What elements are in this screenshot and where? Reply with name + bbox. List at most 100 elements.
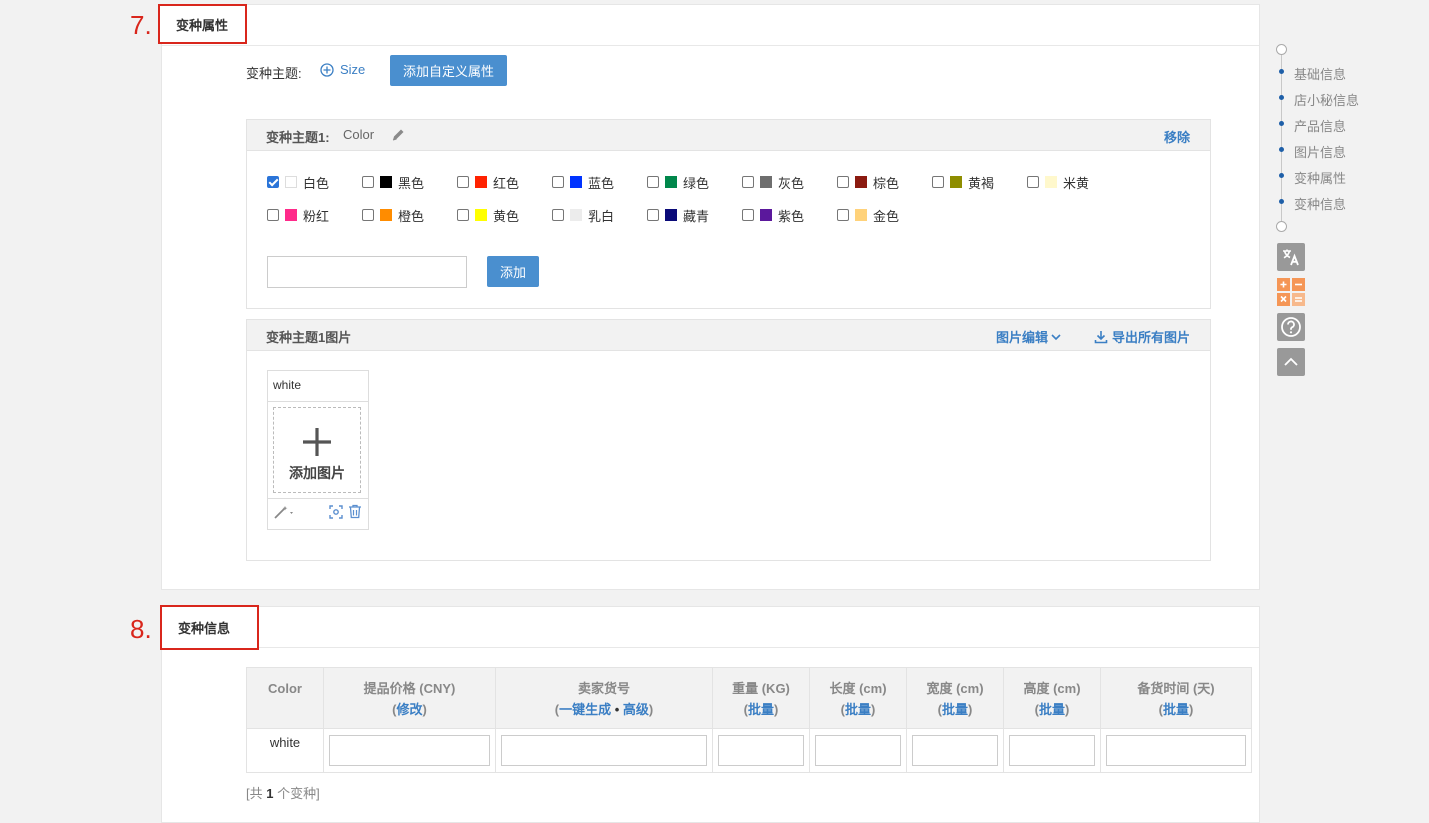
side-nav-dot (1279, 199, 1284, 204)
batch-length-link[interactable]: 批量 (845, 702, 871, 717)
width-input[interactable] (912, 735, 998, 766)
crop-icon[interactable] (329, 505, 343, 519)
header-action-wrap: (批量) (743, 702, 779, 717)
color-checkbox[interactable] (552, 176, 564, 188)
batch-width-link[interactable]: 批量 (942, 702, 968, 717)
custom-color-input[interactable] (267, 256, 467, 288)
color-option-purple[interactable]: 紫色 (742, 206, 804, 224)
color-checkbox[interactable] (837, 176, 849, 188)
color-option-green[interactable]: 绿色 (647, 173, 709, 191)
variant-theme1-header: 变种主题1: Color 移除 (247, 120, 1210, 151)
trash-icon[interactable] (348, 504, 362, 519)
add-image-dropzone[interactable]: 添加图片 (273, 407, 361, 493)
auto-generate-sku-link[interactable]: 一键生成 (559, 702, 611, 717)
color-option-pink[interactable]: 粉红 (267, 206, 329, 224)
color-option-beige[interactable]: 米黄 (1027, 173, 1089, 191)
variant-count: [共 1 个变种] (246, 783, 320, 802)
images-title: 变种主题1图片 (266, 330, 352, 345)
batch-height-link[interactable]: 批量 (1039, 702, 1065, 717)
weight-input[interactable] (718, 735, 804, 766)
color-option-navy[interactable]: 藏青 (647, 206, 709, 224)
side-nav-item-basic-info[interactable]: 基础信息 (1294, 64, 1346, 83)
section-title-variant-info: 变种信息 (160, 605, 259, 650)
color-swatch (760, 209, 772, 221)
side-nav-item-image-info[interactable]: 图片信息 (1294, 142, 1346, 161)
help-button[interactable] (1277, 313, 1305, 341)
color-checkbox[interactable] (457, 176, 469, 188)
side-nav-item-variant-attributes[interactable]: 变种属性 (1294, 168, 1346, 187)
variant-theme1-title: 变种主题1: (266, 130, 330, 145)
color-checkbox[interactable] (742, 209, 754, 221)
variant-theme1-images-box: 变种主题1图片 图片编辑 导出所有图片 (246, 319, 1211, 561)
color-checkbox[interactable] (457, 209, 469, 221)
color-checkbox[interactable] (362, 209, 374, 221)
color-option-black[interactable]: 黑色 (362, 173, 424, 191)
header-label: Color (268, 681, 302, 696)
image-edit-dropdown[interactable]: 图片编辑 (996, 327, 1062, 346)
color-option-red[interactable]: 红色 (457, 173, 519, 191)
magic-wand-icon[interactable] (274, 505, 296, 519)
color-swatch (570, 176, 582, 188)
color-option-orange[interactable]: 橙色 (362, 206, 424, 224)
color-checkbox[interactable] (647, 209, 659, 221)
color-checkbox[interactable] (932, 176, 944, 188)
advanced-sku-link[interactable]: 高级 (623, 702, 649, 717)
color-swatch (855, 209, 867, 221)
batch-lead-time-link[interactable]: 批量 (1163, 702, 1189, 717)
export-all-images-link[interactable]: 导出所有图片 (1094, 327, 1190, 346)
header-label: 宽度 (cm) (926, 681, 984, 696)
side-nav-item-variant-info[interactable]: 变种信息 (1294, 194, 1346, 213)
color-option-yellow[interactable]: 黄色 (457, 206, 519, 224)
side-nav-item-shop-info[interactable]: 店小秘信息 (1294, 90, 1359, 109)
color-checkbox[interactable] (1027, 176, 1039, 188)
remove-theme-link[interactable]: 移除 (1164, 127, 1190, 146)
col-header-length: 长度 (cm) (批量) (809, 667, 907, 729)
color-checkbox[interactable] (742, 176, 754, 188)
lead-time-input[interactable] (1106, 735, 1246, 766)
color-checkbox[interactable] (362, 176, 374, 188)
height-input[interactable] (1009, 735, 1095, 766)
batch-weight-link[interactable]: 批量 (748, 702, 774, 717)
color-label: 黑色 (398, 175, 425, 191)
color-swatch (665, 176, 677, 188)
modify-price-link[interactable]: 修改 (396, 702, 422, 717)
length-input[interactable] (815, 735, 901, 766)
image-card-label: white (273, 378, 302, 392)
translate-button[interactable] (1277, 243, 1305, 271)
color-checkbox[interactable] (552, 209, 564, 221)
color-option-blue[interactable]: 蓝色 (552, 173, 614, 191)
header-label: 备货时间 (天) (1137, 681, 1215, 696)
pencil-edit-icon[interactable] (390, 127, 406, 143)
color-option-tan[interactable]: 黄褐 (932, 173, 994, 191)
variant-count-prefix: [共 (246, 786, 267, 801)
color-label: 紫色 (778, 208, 805, 224)
color-checkbox[interactable] (267, 176, 279, 188)
color-option-brown[interactable]: 棕色 (837, 173, 899, 191)
color-option-gray[interactable]: 灰色 (742, 173, 804, 191)
color-option-gold[interactable]: 金色 (837, 206, 899, 224)
price-input[interactable] (329, 735, 490, 766)
calculator-button[interactable] (1277, 278, 1305, 306)
color-label: 乳白 (588, 208, 615, 224)
scroll-top-button[interactable] (1277, 348, 1305, 376)
color-label: 灰色 (778, 175, 805, 191)
image-edit-label: 图片编辑 (996, 330, 1049, 345)
variant-theme1-name: Color (343, 127, 375, 142)
step-annotation-8: 8. (130, 614, 152, 644)
color-label: 蓝色 (588, 175, 615, 191)
add-size-label: Size (340, 62, 366, 77)
sku-input[interactable] (501, 735, 707, 766)
color-checkbox[interactable] (647, 176, 659, 188)
color-option-milky-white[interactable]: 乳白 (552, 206, 614, 224)
add-size-theme-link[interactable]: Size (320, 62, 365, 77)
add-custom-attribute-button[interactable]: 添加自定义属性 (390, 55, 507, 86)
side-nav-dot (1279, 147, 1284, 152)
color-option-white[interactable]: 白色 (267, 173, 329, 191)
add-color-button[interactable]: 添加 (487, 256, 539, 287)
color-checkbox[interactable] (837, 209, 849, 221)
color-swatch (760, 176, 772, 188)
color-label: 藏青 (683, 208, 710, 224)
side-nav-item-product-info[interactable]: 产品信息 (1294, 116, 1346, 135)
color-label: 红色 (493, 175, 520, 191)
color-checkbox[interactable] (267, 209, 279, 221)
